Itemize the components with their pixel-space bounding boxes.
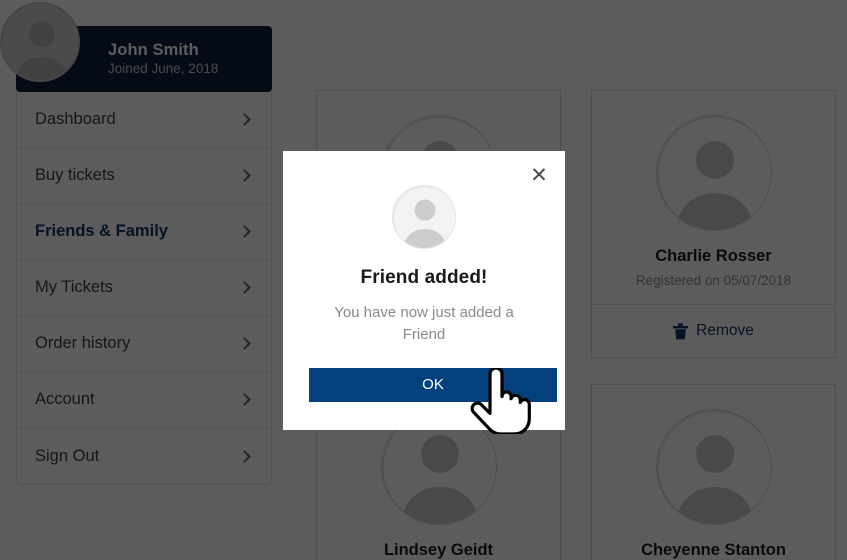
modal-bottom-spacer xyxy=(309,402,539,430)
modal-message: You have now just added a Friend xyxy=(334,304,514,343)
close-icon[interactable]: ✕ xyxy=(527,163,551,187)
modal-ok-button[interactable]: OK xyxy=(309,367,557,402)
friend-added-modal: ✕ Friend added! You have now just added … xyxy=(283,151,565,430)
modal-title: Friend added! xyxy=(360,267,488,288)
user-avatar-icon xyxy=(392,185,456,249)
modal-inner: Friend added! You have now just added a … xyxy=(283,151,565,430)
app-root: John Smith Joined June, 2018 Dashboard B… xyxy=(0,0,847,560)
